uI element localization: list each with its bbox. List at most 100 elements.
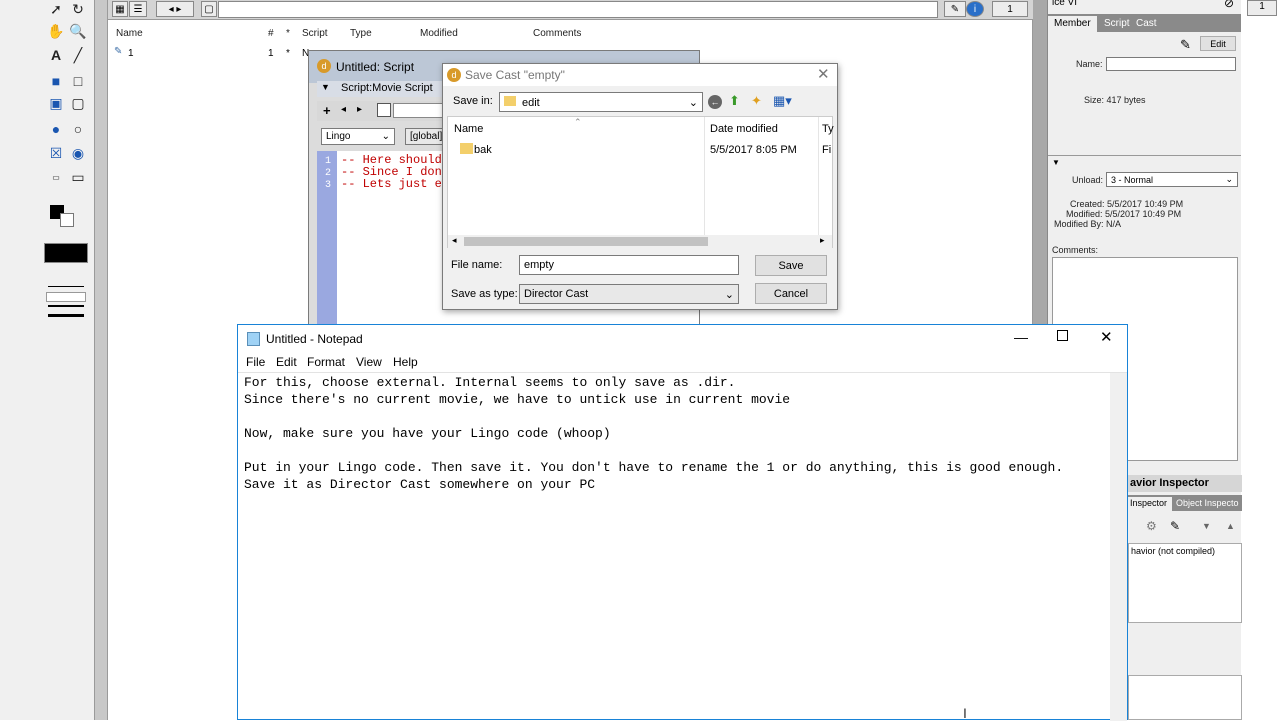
chevron-down-icon-4: ⌄ xyxy=(724,288,734,301)
scope-select[interactable]: [global] xyxy=(405,128,445,145)
save-type-value: Director Cast xyxy=(524,288,589,300)
rect-tool-icon[interactable]: □ xyxy=(68,72,88,90)
view-menu-icon[interactable]: ▦▾ xyxy=(773,93,792,109)
line-tool-icon[interactable]: ╱ xyxy=(68,46,88,64)
prev-script-icon[interactable]: ◂ xyxy=(341,104,346,115)
behavior-add-icon[interactable]: ⚙ xyxy=(1146,519,1157,533)
tab-member[interactable]: Member xyxy=(1048,16,1097,32)
maximize-icon[interactable] xyxy=(1057,330,1068,341)
scroll-right-icon[interactable]: ▸ xyxy=(820,235,825,246)
thumbnail-view-icon[interactable]: ▦ xyxy=(112,1,128,17)
collapse-icon-2[interactable]: ▼ xyxy=(321,82,330,92)
col-date-header[interactable]: Date modified xyxy=(710,123,778,135)
scroll-left-icon[interactable]: ◂ xyxy=(452,235,457,246)
up-folder-icon[interactable]: ⬆ xyxy=(729,93,740,109)
menu-file[interactable]: File xyxy=(246,355,265,369)
bi-title: avior Inspector xyxy=(1128,475,1242,492)
back-icon[interactable]: ← xyxy=(708,95,722,109)
checkbox-tool-icon[interactable]: ☒ xyxy=(46,144,66,162)
cast-member-name-field[interactable] xyxy=(218,1,938,18)
behavior-list[interactable]: havior (not compiled) xyxy=(1128,543,1242,623)
file-name-input[interactable]: empty xyxy=(519,255,739,275)
scroll-thumb[interactable] xyxy=(464,237,708,246)
col-number[interactable]: # xyxy=(268,28,274,39)
radio-tool-icon[interactable]: ◉ xyxy=(68,144,88,162)
menu-format[interactable]: Format xyxy=(307,355,345,369)
vertical-scrollbar[interactable] xyxy=(1110,373,1127,721)
move-up-icon[interactable]: ▲ xyxy=(1226,521,1235,531)
drag-member-icon[interactable] xyxy=(377,103,391,117)
script-edit-icon[interactable]: ✎ xyxy=(1180,37,1191,53)
menu-divider xyxy=(238,372,1127,373)
rotate-tool-icon[interactable]: ↻ xyxy=(68,0,88,18)
cancel-button[interactable]: Cancel xyxy=(755,283,827,304)
help-icon[interactable]: ⊘ xyxy=(1224,0,1234,10)
arrow-tool-icon[interactable]: ➚ xyxy=(46,0,66,18)
notepad-text-area[interactable]: For this, choose external. Internal seem… xyxy=(244,374,1112,714)
script-edit-icon-2[interactable]: ✎ xyxy=(1170,519,1180,533)
unload-select[interactable]: 3 - Normal ⌄ xyxy=(1106,172,1238,187)
member-name-field[interactable] xyxy=(1106,57,1236,71)
next-script-icon[interactable]: ▸ xyxy=(357,104,362,115)
file-list: Name ⌃ Date modified Ty bak 5/5/2017 8:0… xyxy=(447,116,834,248)
menu-help[interactable]: Help xyxy=(393,355,418,369)
col-name-header[interactable]: Name xyxy=(454,123,483,135)
save-button[interactable]: Save xyxy=(755,255,827,276)
move-down-icon[interactable]: ▼ xyxy=(1202,521,1211,531)
info-icon[interactable]: i xyxy=(966,1,984,17)
background-color-chip[interactable] xyxy=(60,213,74,227)
close-icon-2[interactable]: ✕ xyxy=(1100,328,1113,346)
panel-splitter[interactable] xyxy=(94,0,108,720)
button-tool-icon[interactable]: ▭ xyxy=(68,168,88,186)
size-text: Size: 417 bytes xyxy=(1084,95,1146,105)
tab-cast[interactable]: Cast xyxy=(1130,16,1163,32)
save-type-select[interactable]: Director Cast ⌄ xyxy=(519,284,739,304)
pattern-chip[interactable] xyxy=(44,243,88,263)
cast-toolbar: ▦ ☰ ◂ ▸ ▢ ✎ i 1 xyxy=(108,0,1033,20)
horizontal-scrollbar[interactable]: ◂ ▸ xyxy=(448,235,832,248)
language-select[interactable]: Lingo ⌄ xyxy=(321,128,395,145)
save-in-select[interactable]: edit ⌄ xyxy=(499,92,703,112)
tab-behavior-inspector[interactable]: Inspector xyxy=(1128,497,1172,511)
text-tool-icon[interactable]: A xyxy=(46,46,66,64)
round-rect-tool-icon[interactable]: ▢ xyxy=(68,94,88,112)
list-item[interactable]: bak 5/5/2017 8:05 PM Fi xyxy=(448,141,832,159)
edit-button[interactable]: Edit xyxy=(1200,36,1236,51)
col-name[interactable]: Name xyxy=(116,28,143,39)
line-width-1[interactable] xyxy=(48,286,84,287)
col-script[interactable]: Script xyxy=(302,28,328,39)
script-icon[interactable]: ✎ xyxy=(944,1,966,17)
col-divider-2 xyxy=(818,117,819,235)
file-type: Fi xyxy=(822,144,832,156)
line-width-3[interactable] xyxy=(48,314,84,317)
new-folder-icon[interactable]: ✦ xyxy=(751,93,762,109)
col-type-header[interactable]: Ty xyxy=(822,123,834,135)
col-comments[interactable]: Comments xyxy=(533,28,581,39)
behavior-description[interactable] xyxy=(1128,675,1242,720)
col-type[interactable]: Type xyxy=(350,28,372,39)
scope-value: [global] xyxy=(410,131,443,142)
zoom-tool-icon[interactable]: 🔍 xyxy=(68,22,88,40)
director-app-icon-2: d xyxy=(447,68,461,82)
tab-object-inspector[interactable]: Object Inspecto xyxy=(1176,498,1242,508)
field-tool-icon[interactable]: ▭ xyxy=(46,168,66,186)
col-star[interactable]: * xyxy=(286,28,290,39)
filled-rect-tool-icon[interactable]: ■ xyxy=(46,72,66,90)
list-view-icon[interactable]: ☰ xyxy=(129,1,147,17)
menu-view[interactable]: View xyxy=(356,355,382,369)
hand-tool-icon[interactable]: ✋ xyxy=(46,22,66,40)
col-modified[interactable]: Modified xyxy=(420,28,458,39)
filled-ellipse-tool-icon[interactable]: ● xyxy=(46,120,66,138)
filled-round-rect-tool-icon[interactable]: ▣ xyxy=(46,94,66,112)
close-icon[interactable]: ✕ xyxy=(817,65,830,83)
minimize-icon[interactable]: — xyxy=(1014,329,1028,345)
menu-edit[interactable]: Edit xyxy=(276,355,297,369)
ellipse-tool-icon[interactable]: ○ xyxy=(68,120,88,138)
prev-next-cast-button[interactable]: ◂ ▸ xyxy=(156,1,194,17)
new-script-icon[interactable]: + xyxy=(323,103,331,118)
line-width-selected[interactable] xyxy=(46,292,86,302)
collapse-icon[interactable]: ▼ xyxy=(1052,158,1060,167)
unload-value: 3 - Normal xyxy=(1111,174,1154,185)
cast-member-drag-icon[interactable]: ▢ xyxy=(201,1,217,17)
line-width-2[interactable] xyxy=(48,305,84,307)
